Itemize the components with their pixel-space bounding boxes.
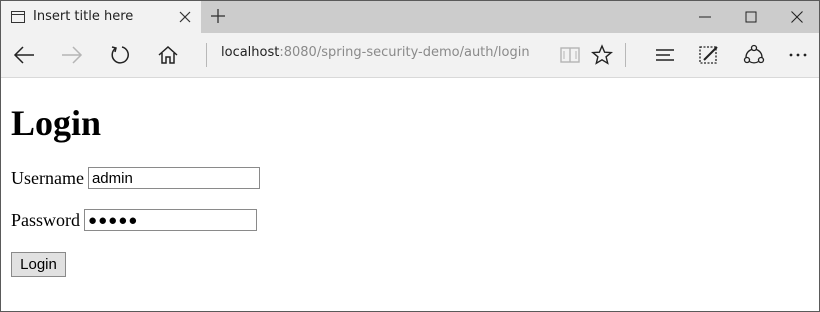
close-icon: [791, 11, 803, 23]
hub-lines-icon[interactable]: [654, 44, 676, 66]
password-row: Password: [11, 209, 258, 231]
page-content: Login Username Password Login: [1, 78, 819, 311]
title-bar: Insert title here: [1, 1, 819, 33]
username-label: Username: [11, 167, 84, 188]
password-input[interactable]: [84, 209, 258, 231]
share-icon[interactable]: [743, 44, 765, 66]
maximize-button[interactable]: [728, 1, 774, 33]
favorite-star-icon[interactable]: [591, 44, 613, 66]
page-icon: [11, 11, 25, 23]
refresh-icon[interactable]: [109, 44, 131, 66]
address-bar[interactable]: localhost:8080/spring-security-demo/auth…: [221, 45, 530, 60]
browser-window: Insert title here localhost:8080/spring-…: [0, 0, 820, 312]
toolbar-divider: [625, 43, 626, 67]
address-host: localhost: [221, 45, 280, 60]
more-dots-icon[interactable]: [787, 44, 809, 66]
new-tab-plus-icon[interactable]: [211, 9, 225, 23]
username-row: Username: [11, 167, 260, 189]
page-title: Login: [11, 103, 102, 143]
password-label: Password: [11, 209, 81, 230]
home-icon[interactable]: [157, 44, 179, 66]
tab-close-icon[interactable]: [179, 11, 191, 23]
navigation-bar: localhost:8080/spring-security-demo/auth…: [1, 33, 819, 78]
tab-title: Insert title here: [33, 9, 134, 24]
close-window-button[interactable]: [774, 1, 819, 33]
username-input[interactable]: [87, 167, 260, 189]
back-arrow-icon[interactable]: [13, 44, 35, 66]
forward-arrow-icon[interactable]: [61, 44, 83, 66]
reading-view-book-icon[interactable]: [559, 44, 581, 66]
address-divider: [206, 43, 207, 67]
login-button[interactable]: Login: [11, 252, 66, 277]
web-note-pen-icon[interactable]: [698, 44, 720, 66]
maximize-icon: [745, 11, 757, 23]
address-path: :8080/spring-security-demo/auth/login: [279, 45, 530, 60]
browser-tab[interactable]: Insert title here: [1, 1, 201, 33]
minimize-button[interactable]: [682, 1, 728, 33]
minimize-icon: [699, 16, 711, 18]
